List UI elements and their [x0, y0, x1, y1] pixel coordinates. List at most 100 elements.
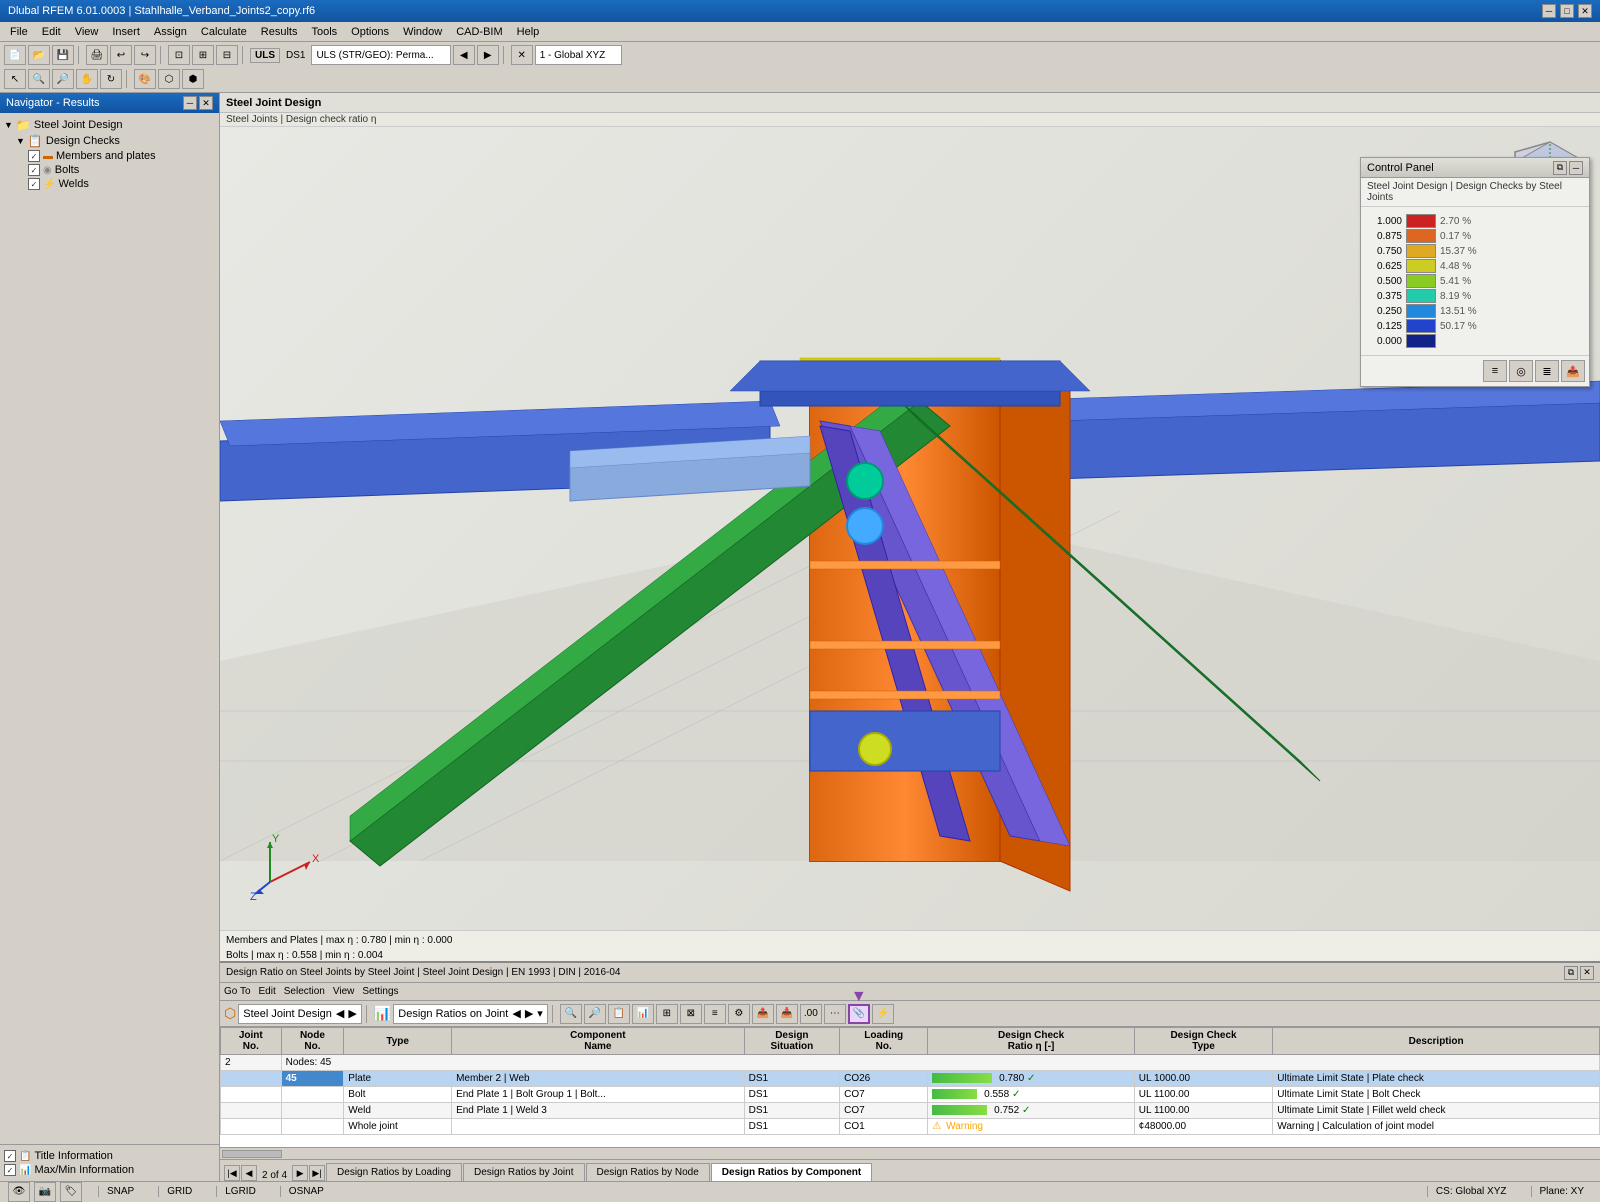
minimize-button[interactable]: ─: [1542, 4, 1556, 18]
tb-more6[interactable]: 📥: [776, 1004, 798, 1024]
tb-redo[interactable]: ↪: [134, 45, 156, 65]
cp-list-btn[interactable]: ≣: [1535, 360, 1559, 382]
status-snap[interactable]: SNAP: [98, 1186, 142, 1197]
cp-table-btn[interactable]: ≡: [1483, 360, 1507, 382]
status-cam-btn[interactable]: 📷: [34, 1182, 56, 1202]
ratios-expand[interactable]: ▾: [537, 1007, 543, 1020]
nav-close[interactable]: ✕: [199, 96, 213, 110]
tree-root-item[interactable]: ▼ 📁 Steel Joint Design: [4, 117, 215, 133]
tb-more1[interactable]: ⊞: [656, 1004, 678, 1024]
joint-design-dropdown[interactable]: Steel Joint Design ◀ ▶: [238, 1004, 362, 1024]
results-float-btn[interactable]: ⧉: [1564, 966, 1578, 980]
tb-render[interactable]: 🎨: [134, 69, 156, 89]
tb-more8[interactable]: ⚡: [872, 1004, 894, 1024]
results-close-btn[interactable]: ✕: [1580, 966, 1594, 980]
joint-design-nav-next[interactable]: ▶: [348, 1007, 356, 1020]
tb-coord[interactable]: ✕: [511, 45, 533, 65]
title-info-item[interactable]: ✓ 📋 Title Information: [4, 1149, 215, 1163]
maxmin-checkbox[interactable]: ✓: [4, 1164, 16, 1176]
status-eye-btn[interactable]: 👁: [8, 1182, 30, 1202]
tb-print[interactable]: 🖨: [86, 45, 108, 65]
selection-menu[interactable]: Selection: [284, 986, 325, 997]
menu-view[interactable]: View: [69, 25, 105, 39]
tb-digits[interactable]: .00: [800, 1004, 822, 1024]
table-row-bolt[interactable]: Bolt End Plate 1 | Bolt Group 1 | Bolt..…: [221, 1087, 1600, 1103]
menu-help[interactable]: Help: [511, 25, 546, 39]
tb-open[interactable]: 📂: [28, 45, 50, 65]
restore-button[interactable]: □: [1560, 4, 1574, 18]
status-osnap[interactable]: OSNAP: [280, 1186, 332, 1197]
tb-zoom-out[interactable]: 🔎: [52, 69, 74, 89]
h-scrollbar[interactable]: [220, 1147, 1600, 1159]
tab-loading[interactable]: Design Ratios by Loading: [326, 1163, 462, 1181]
tb-select[interactable]: ↖: [4, 69, 26, 89]
status-grid[interactable]: GRID: [158, 1186, 200, 1197]
tb-view1[interactable]: ⊡: [168, 45, 190, 65]
tb-search[interactable]: 🔎: [584, 1004, 606, 1024]
goto-menu[interactable]: Go To: [224, 986, 251, 997]
table-row-weld[interactable]: Weld End Plate 1 | Weld 3 DS1 CO7 0.752 …: [221, 1103, 1600, 1119]
table-row-plate[interactable]: 45 Plate Member 2 | Web DS1 CO26 0.780 ✓…: [221, 1071, 1600, 1087]
title-info-checkbox[interactable]: ✓: [4, 1150, 16, 1162]
settings-menu[interactable]: Settings: [362, 986, 398, 997]
scrollbar-thumb[interactable]: [222, 1150, 282, 1158]
tree-members-item[interactable]: ✓ ▬ Members and plates: [28, 149, 215, 163]
members-checkbox[interactable]: ✓: [28, 150, 40, 162]
scene-container[interactable]: X Y Z Members and Plates | max η : 0.780…: [220, 127, 1600, 961]
tb-more5[interactable]: 📤: [752, 1004, 774, 1024]
tb-zoom-in[interactable]: 🔍: [28, 69, 50, 89]
menu-options[interactable]: Options: [345, 25, 395, 39]
edit-menu[interactable]: Edit: [259, 986, 276, 997]
menu-results[interactable]: Results: [255, 25, 304, 39]
tab-prev[interactable]: ◀: [241, 1165, 257, 1181]
tb-rotate[interactable]: ↻: [100, 69, 122, 89]
status-tag-btn[interactable]: 🏷: [60, 1182, 82, 1202]
tb-pan[interactable]: ✋: [76, 69, 98, 89]
menu-tools[interactable]: Tools: [305, 25, 343, 39]
status-lgrid[interactable]: LGRID: [216, 1186, 264, 1197]
tree-design-checks[interactable]: ▼ 📋 Design Checks: [16, 133, 215, 149]
coord-system-dropdown[interactable]: 1 - Global XYZ: [535, 45, 623, 65]
menu-insert[interactable]: Insert: [106, 25, 146, 39]
cp-minimize[interactable]: ─: [1569, 161, 1583, 175]
cp-export-btn[interactable]: 📤: [1561, 360, 1585, 382]
joint-design-nav-prev[interactable]: ◀: [336, 1007, 344, 1020]
cp-float[interactable]: ⧉: [1553, 161, 1567, 175]
ratios-dropdown[interactable]: Design Ratios on Joint ◀ ▶ ▾: [393, 1004, 548, 1024]
tb-more4[interactable]: ⚙: [728, 1004, 750, 1024]
welds-checkbox[interactable]: ✓: [28, 178, 40, 190]
table-row-whole[interactable]: Whole joint DS1 CO1 ⚠ Warning ¢48000.00 …: [221, 1119, 1600, 1135]
tree-bolts-item[interactable]: ✓ ◉ Bolts: [28, 163, 215, 177]
view-menu[interactable]: View: [333, 986, 355, 997]
tb-view3[interactable]: ⊟: [216, 45, 238, 65]
cp-chart-btn[interactable]: ◎: [1509, 360, 1533, 382]
tb-more2[interactable]: ⊠: [680, 1004, 702, 1024]
tab-joint[interactable]: Design Ratios by Joint: [463, 1163, 585, 1181]
tab-node[interactable]: Design Ratios by Node: [586, 1163, 710, 1181]
tab-first[interactable]: |◀: [224, 1165, 240, 1181]
tb-export-xls[interactable]: 📊: [632, 1004, 654, 1024]
ratios-nav-prev[interactable]: ◀: [512, 1007, 520, 1020]
tb-new[interactable]: 📄: [4, 45, 26, 65]
nav-minimize[interactable]: ─: [183, 96, 197, 110]
tb-more7[interactable]: ⋯: [824, 1004, 846, 1024]
tb-more3[interactable]: ≡: [704, 1004, 726, 1024]
menu-file[interactable]: File: [4, 25, 34, 39]
tab-next[interactable]: ▶: [292, 1165, 308, 1181]
tb-export-table[interactable]: 📋: [608, 1004, 630, 1024]
tb-solid[interactable]: ⬢: [182, 69, 204, 89]
tree-welds-item[interactable]: ✓ ⚡ Welds: [28, 177, 215, 191]
tb-save[interactable]: 💾: [52, 45, 74, 65]
tb-view2[interactable]: ⊞: [192, 45, 214, 65]
ratios-nav-next[interactable]: ▶: [525, 1007, 533, 1020]
menu-assign[interactable]: Assign: [148, 25, 193, 39]
close-button[interactable]: ✕: [1578, 4, 1592, 18]
tab-last[interactable]: ▶|: [309, 1165, 325, 1181]
tb-prev-load[interactable]: ◀: [453, 45, 475, 65]
menu-window[interactable]: Window: [397, 25, 448, 39]
tb-filter[interactable]: 🔍: [560, 1004, 582, 1024]
tab-component[interactable]: Design Ratios by Component: [711, 1163, 872, 1181]
menu-calculate[interactable]: Calculate: [195, 25, 253, 39]
tb-next-load[interactable]: ▶: [477, 45, 499, 65]
tb-wire[interactable]: ⬡: [158, 69, 180, 89]
